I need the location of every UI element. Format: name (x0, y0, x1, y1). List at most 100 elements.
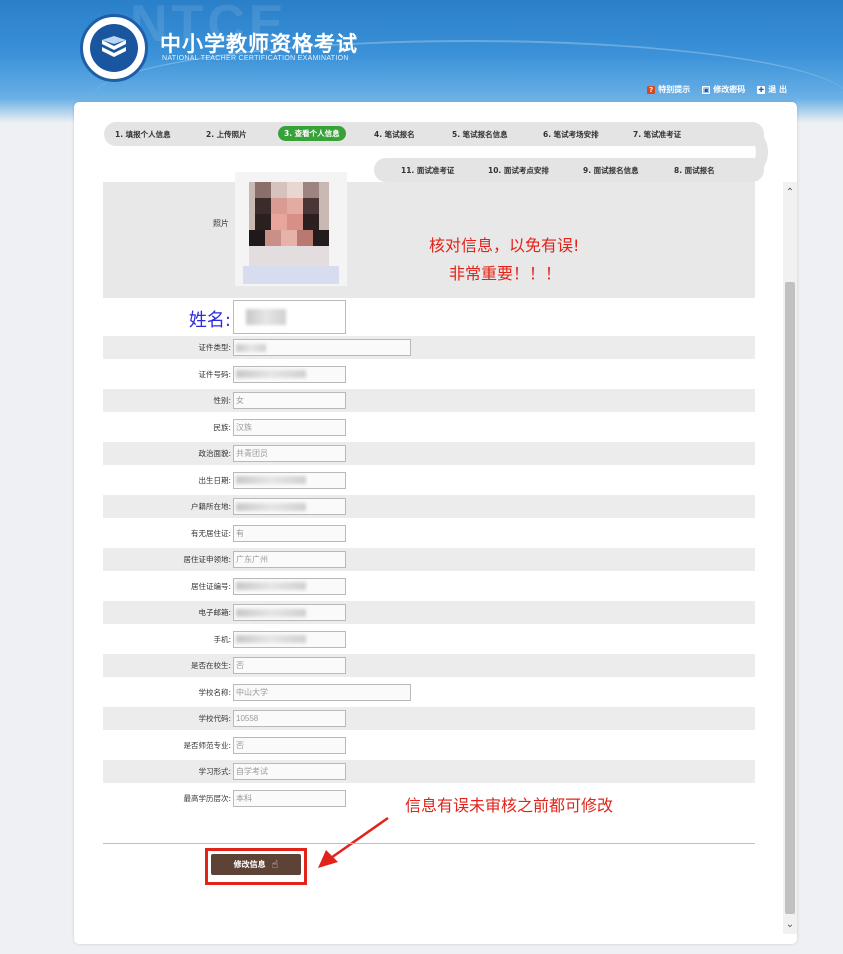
field-input (233, 498, 346, 515)
top-links: ? 特别提示 ▣ 修改密码 ✚ 退 出 (647, 84, 787, 95)
special-notice-label: 特别提示 (658, 85, 691, 94)
field-row: 出生日期: (103, 469, 755, 492)
photo-row: 照片 核对信息，以免有误! 非常重要！！！ (103, 172, 755, 298)
field-row: 性别: 女 (103, 389, 755, 412)
redacted-value (236, 635, 306, 644)
step-6[interactable]: 6. 笔试考场安排 (543, 129, 599, 140)
field-label: 证件类型: (198, 343, 231, 352)
redacted-value (236, 476, 306, 485)
field-value: 中山大学 (236, 687, 268, 697)
field-row: 学习形式: 自学考试 (103, 760, 755, 783)
logo-icon (80, 14, 148, 82)
field-row: 是否师范专业: 否 (103, 734, 755, 757)
field-input: 汉族 (233, 418, 346, 436)
redacted-value (236, 502, 306, 511)
hand-cursor-icon: ☝ (271, 858, 279, 871)
field-label: 学习形式: (198, 767, 231, 776)
field-input: 自学考试 (233, 763, 346, 780)
field-label: 政治面貌: (198, 449, 231, 458)
field-value: 广东广州 (236, 555, 268, 564)
key-icon: ▣ (702, 85, 711, 94)
step-11[interactable]: 11. 面试准考证 (401, 165, 454, 176)
photo-label: 照片 (213, 219, 229, 228)
step-2[interactable]: 2. 上传照片 (206, 129, 247, 140)
change-password-link[interactable]: ▣ 修改密码 (702, 84, 745, 95)
field-input: 有 (233, 524, 346, 542)
divider (103, 843, 755, 844)
alert-icon: ? (647, 85, 656, 94)
field-value: 汉族 (236, 422, 252, 432)
step-10[interactable]: 10. 面试考点安排 (488, 165, 549, 176)
field-input: 中山大学 (233, 683, 411, 701)
field-input: 本科 (233, 789, 346, 807)
field-row: 证件类型: (103, 336, 755, 359)
verify-annotation-line1: 核对信息，以免有误! (429, 236, 580, 255)
arrow-icon (318, 816, 389, 868)
redacted-value (236, 608, 306, 617)
field-label: 学校名称: (198, 687, 231, 697)
edit-info-label: 修改信息 (233, 860, 266, 869)
field-row: 学校代码: 10558 (103, 707, 755, 730)
scroll-thumb[interactable] (785, 282, 795, 914)
scrollbar[interactable]: ⌃ ⌄ (783, 182, 797, 934)
field-row: 有无居住证: 有 (103, 522, 755, 545)
field-row: 是否在校生: 否 (103, 654, 755, 677)
name-row: 姓名: (103, 298, 755, 336)
step-9[interactable]: 9. 面试报名信息 (583, 165, 639, 176)
field-label: 民族: (213, 422, 231, 432)
logout-link[interactable]: ✚ 退 出 (757, 84, 787, 95)
field-input (233, 339, 411, 356)
site-subtitle: NATIONAL TEACHER CERTIFICATION EXAMINATI… (162, 55, 349, 62)
field-label: 是否在校生: (190, 661, 231, 670)
field-row: 居住证编号: (103, 575, 755, 598)
name-redacted (246, 309, 286, 325)
field-value: 女 (236, 396, 244, 405)
scroll-down-icon[interactable]: ⌄ (783, 918, 797, 932)
field-row: 居住证申领地: 广东广州 (103, 548, 755, 571)
field-label: 是否师范专业: (183, 740, 231, 750)
field-value: 本科 (236, 793, 252, 803)
step-5[interactable]: 5. 笔试报名信息 (452, 129, 508, 140)
applicant-photo (235, 172, 347, 286)
scroll-up-icon[interactable]: ⌃ (783, 186, 797, 200)
step-1[interactable]: 1. 填报个人信息 (115, 129, 171, 140)
field-label: 出生日期: (198, 475, 231, 485)
step-8[interactable]: 8. 面试报名 (674, 165, 715, 176)
field-row: 民族: 汉族 (103, 416, 755, 439)
edit-annotation: 信息有误未审核之前都可修改 (405, 796, 614, 815)
field-label: 有无居住证: (190, 528, 231, 538)
exit-icon: ✚ (757, 85, 766, 94)
field-input (233, 630, 346, 648)
edit-info-button[interactable]: 修改信息 ☝ (211, 854, 301, 875)
field-value: 自学考试 (236, 767, 268, 776)
special-notice-link[interactable]: ? 特别提示 (647, 84, 690, 95)
main-card: 1. 填报个人信息 2. 上传照片 3. 查看个人信息 4. 笔试报名 5. 笔… (74, 102, 797, 944)
field-label: 电子邮箱: (198, 608, 231, 617)
field-label: 学校代码: (198, 714, 231, 723)
field-row: 学校名称: 中山大学 (103, 681, 755, 704)
step-3-active[interactable]: 3. 查看个人信息 (278, 126, 346, 141)
redacted-value (236, 343, 266, 352)
field-value: 共青团员 (236, 449, 268, 458)
site-title: 中小学教师资格考试 (160, 32, 358, 56)
logout-label: 退 出 (768, 85, 787, 94)
change-password-label: 修改密码 (713, 85, 746, 94)
field-input: 共青团员 (233, 445, 346, 462)
field-input (233, 604, 346, 621)
redacted-value (236, 370, 306, 379)
steps-row-1: 1. 填报个人信息 2. 上传照片 3. 查看个人信息 4. 笔试报名 5. 笔… (104, 122, 764, 146)
field-label: 居住证申领地: (183, 555, 231, 564)
field-value: 否 (236, 740, 244, 750)
name-label: 姓名: (188, 310, 231, 331)
field-input (233, 471, 346, 489)
field-row: 户籍所在地: (103, 495, 755, 518)
step-4[interactable]: 4. 笔试报名 (374, 129, 415, 140)
verify-annotation-line2: 非常重要！！！ (449, 264, 562, 283)
field-input (233, 577, 346, 595)
field-value: 有 (236, 528, 244, 538)
field-input (233, 365, 346, 383)
field-input: 10558 (233, 710, 346, 727)
steps-row-2: 11. 面试准考证 10. 面试考点安排 9. 面试报名信息 8. 面试报名 (374, 158, 764, 182)
step-7[interactable]: 7. 笔试准考证 (633, 129, 681, 140)
redacted-value (236, 582, 306, 591)
